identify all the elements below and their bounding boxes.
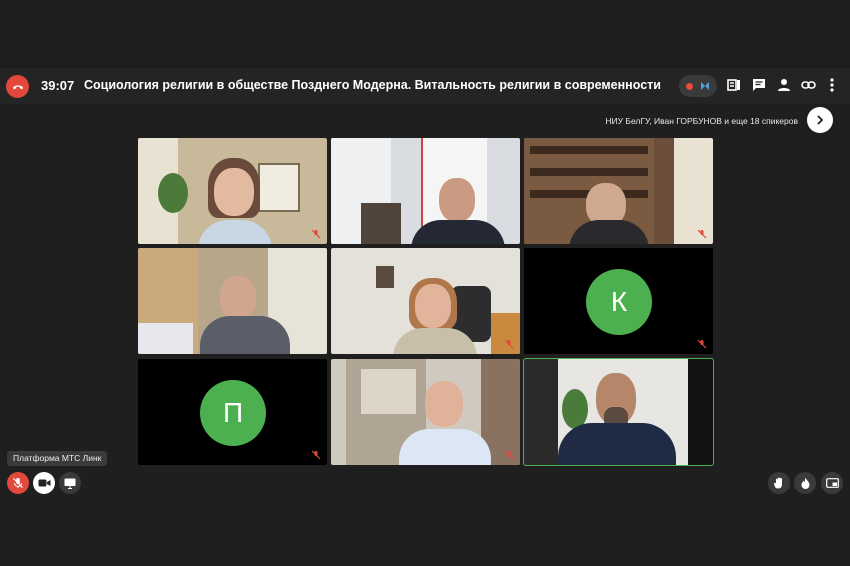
raise-hand-button[interactable] (768, 472, 790, 494)
record-icon (685, 82, 693, 90)
mic-off-icon (504, 339, 514, 349)
mic-off-icon (697, 229, 707, 239)
recording-indicator[interactable] (679, 75, 717, 97)
picture-in-picture-button[interactable] (821, 472, 843, 494)
mic-off-icon (311, 450, 321, 460)
chevron-right-icon (817, 115, 824, 125)
mic-off-icon (697, 339, 707, 349)
participant-tile[interactable]: К (524, 248, 713, 354)
participant-tile-active[interactable] (523, 358, 714, 466)
picture-in-picture-icon (825, 478, 839, 488)
logo-icon (701, 82, 710, 90)
reactions-button[interactable] (794, 472, 816, 494)
participant-tile[interactable] (331, 248, 520, 354)
mic-off-icon (311, 229, 321, 239)
participant-avatar: П (200, 380, 266, 446)
participant-tile[interactable]: П (138, 359, 327, 465)
participant-avatar: К (586, 269, 652, 335)
screen-share-button[interactable] (59, 472, 81, 494)
participant-tile[interactable] (138, 248, 327, 354)
chat-icon (753, 79, 765, 91)
more-icon (830, 78, 834, 92)
fire-icon (801, 477, 809, 489)
participant-tile[interactable] (138, 138, 327, 244)
top-band (0, 0, 850, 68)
copy-link-button[interactable] (800, 77, 816, 93)
more-button[interactable] (824, 77, 840, 93)
notes-button[interactable] (726, 77, 742, 93)
link-icon (800, 81, 816, 89)
mic-off-icon (504, 450, 514, 460)
participants-icon (778, 79, 790, 91)
camera-toggle-button[interactable] (33, 472, 55, 494)
call-title: Социология религии в обществе Позднего М… (84, 78, 661, 92)
notes-icon (727, 79, 740, 91)
platform-tooltip: Платформа МТС Линк (7, 451, 108, 466)
mic-off-icon (13, 478, 23, 488)
camera-icon (38, 479, 50, 487)
participants-button[interactable] (776, 77, 792, 93)
mic-toggle-button[interactable] (7, 472, 29, 494)
chat-button[interactable] (751, 77, 767, 93)
end-call-icon (12, 84, 23, 89)
participant-tile[interactable] (331, 138, 520, 244)
end-call-button[interactable] (6, 75, 29, 98)
speakers-label: НИУ БелГУ, Иван ГОРБУНОВ и еще 18 спикер… (605, 116, 798, 126)
participant-tile[interactable] (331, 359, 520, 465)
call-timer: 39:07 (41, 78, 75, 93)
screen-share-icon (64, 478, 76, 489)
participant-tile[interactable] (524, 138, 713, 244)
raise-hand-icon (773, 477, 782, 489)
next-page-button[interactable] (807, 107, 833, 133)
